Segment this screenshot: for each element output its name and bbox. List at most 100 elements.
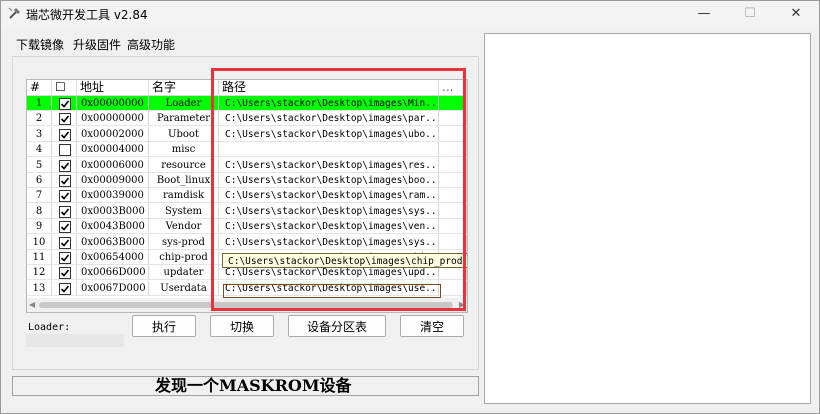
row-checkbox-cell	[52, 219, 77, 235]
row-more-button[interactable]	[439, 157, 467, 173]
header-more[interactable]: ...	[439, 80, 467, 95]
row-more-button[interactable]	[439, 280, 467, 296]
maximize-button[interactable]: ☐	[727, 1, 773, 27]
row-checkbox[interactable]	[59, 98, 71, 110]
row-checkbox[interactable]	[59, 252, 71, 264]
row-address: 0x0066D000	[77, 265, 149, 281]
row-index: 11	[27, 250, 52, 265]
switch-button[interactable]: 切换	[210, 315, 274, 337]
tab-download-image[interactable]: 下载镜像	[16, 36, 65, 57]
header-path[interactable]: 路径	[219, 80, 439, 95]
row-path[interactable]: C:\Users\stackor\Desktop\images\ram...	[219, 188, 439, 204]
row-address: 0x00000000	[77, 111, 149, 127]
table-row[interactable]: 8 0x0003B000 System C:\Users\stackor\Deskto…	[27, 203, 467, 219]
header-index: #	[27, 80, 52, 95]
partition-table-button[interactable]: 设备分区表	[288, 315, 386, 337]
row-index: 5	[27, 157, 52, 173]
row-checkbox[interactable]	[59, 267, 71, 280]
table-row[interactable]: 10 0x0063B000 sys-prod C:\Users\stackor\Des…	[27, 234, 467, 250]
row-checkbox[interactable]	[59, 221, 71, 234]
row-index: 8	[27, 203, 52, 219]
header-name[interactable]: 名字	[149, 80, 219, 95]
table-row[interactable]: 9 0x0043B000 Vendor C:\Users\stackor\Deskto…	[27, 219, 467, 235]
row-checkbox-cell	[52, 173, 77, 188]
checkmark-icon	[60, 177, 70, 185]
row-checkbox[interactable]	[59, 175, 71, 187]
table-row[interactable]: 3 0x00002000 Uboot C:\Users\stackor\Desktop…	[27, 126, 467, 142]
row-path[interactable]: C:\Users\stackor\Desktop\images\res...	[219, 157, 439, 173]
checkmark-icon	[60, 239, 70, 247]
table-row[interactable]: 1 0x00000000 Loader C:\Users\stackor\Deskto…	[27, 96, 467, 112]
checkmark-icon	[60, 223, 70, 231]
row-more-button[interactable]	[439, 142, 467, 158]
row-checkbox[interactable]	[59, 282, 71, 295]
row-index: 12	[27, 265, 52, 281]
row-more-button[interactable]	[439, 126, 467, 142]
clear-button[interactable]: 清空	[400, 315, 464, 337]
partition-table: # ☐ 地址 名字 路径 ... 1 0x00000000 Loader C:\Use…	[26, 79, 468, 313]
scroll-left-icon[interactable]: ◀	[29, 300, 35, 309]
row-checkbox-cell	[52, 188, 77, 204]
row-checkbox[interactable]	[59, 190, 71, 203]
row-index: 1	[27, 96, 52, 111]
row-address: 0x0003B000	[77, 203, 149, 219]
tab-upgrade-firmware[interactable]: 升级固件	[73, 36, 121, 56]
row-more-button[interactable]	[439, 219, 467, 235]
row-checkbox[interactable]	[59, 113, 71, 126]
row-checkbox[interactable]	[59, 205, 71, 218]
row-more-button[interactable]	[439, 203, 467, 219]
checkmark-icon	[60, 192, 70, 201]
row-path[interactable]	[219, 142, 439, 158]
title-bar: 瑞芯微开发工具 v2.84 — ☐ ✕	[1, 1, 819, 27]
row-address: 0x0043B000	[77, 219, 149, 235]
loader-label: Loader:	[28, 322, 71, 333]
horizontal-scrollbar[interactable]: ◀ ▶	[27, 298, 467, 312]
row-checkbox[interactable]	[59, 144, 71, 157]
row-path[interactable]: C:\Users\stackor\Desktop\images\sys...	[219, 203, 439, 219]
row-address: 0x0063B000	[77, 234, 149, 250]
run-button[interactable]: 执行	[132, 315, 196, 337]
row-path[interactable]: C:\Users\stackor\Desktop\images\ubo...	[219, 126, 439, 142]
row-index: 9	[27, 219, 52, 235]
row-checkbox-cell	[52, 280, 77, 296]
row-more-button[interactable]	[439, 173, 467, 188]
table-row[interactable]: 2 0x00000000 Parameter C:\Users\stackor\Des…	[27, 111, 467, 127]
row-path[interactable]: C:\Users\stackor\Desktop\images\ven...	[219, 219, 439, 235]
row-index: 6	[27, 173, 52, 188]
close-button[interactable]: ✕	[773, 1, 819, 27]
log-output-box[interactable]	[484, 33, 811, 404]
row-checkbox-cell	[52, 142, 77, 158]
table-row[interactable]: 6 0x00009000 Boot_linux C:\Users\stackor\De…	[27, 173, 467, 188]
row-more-button[interactable]	[439, 234, 467, 250]
header-select-all[interactable]: ☐	[52, 80, 77, 95]
row-path[interactable]: C:\Users\stackor\Desktop\images\Min...	[219, 96, 439, 111]
scrollbar-thumb[interactable]	[39, 302, 453, 308]
row-checkbox-cell	[52, 203, 77, 219]
tab-advanced[interactable]: 高级功能	[127, 36, 175, 56]
row-path[interactable]: C:\Users\stackor\Desktop\images\sys...	[219, 234, 439, 250]
row-checkbox[interactable]	[59, 159, 71, 172]
checkmark-icon	[60, 285, 70, 293]
scroll-right-icon[interactable]: ▶	[459, 300, 465, 309]
table-row[interactable]: 7 0x00039000 ramdisk C:\Users\stackor\Deskt…	[27, 188, 467, 204]
row-path[interactable]: C:\Users\stackor\Desktop\images\par...	[219, 111, 439, 127]
row-more-button[interactable]	[439, 188, 467, 204]
row-path[interactable]: C:\Users\stackor\Desktop\images\boo...	[219, 173, 439, 188]
row-checkbox[interactable]	[59, 236, 71, 249]
row-more-button[interactable]	[439, 111, 467, 127]
table-row[interactable]: 5 0x00006000 resource C:\Users\stackor\Desk…	[27, 157, 467, 173]
row-checkbox-cell	[52, 265, 77, 281]
row-address: 0x00039000	[77, 188, 149, 204]
table-row[interactable]: 4 0x00004000 misc	[27, 142, 467, 158]
row-checkbox-cell	[52, 96, 77, 111]
row-address: 0x00002000	[77, 126, 149, 142]
checkmark-icon	[60, 162, 70, 170]
row-checkbox[interactable]	[59, 128, 71, 141]
checkmark-icon	[60, 100, 70, 108]
row-name: sys-prod	[149, 234, 219, 250]
checkmark-icon	[60, 269, 70, 278]
header-address[interactable]: 地址	[77, 80, 149, 95]
minimize-button[interactable]: —	[681, 1, 727, 27]
row-address: 0x00000000	[77, 96, 149, 111]
row-more-button[interactable]	[439, 96, 467, 111]
